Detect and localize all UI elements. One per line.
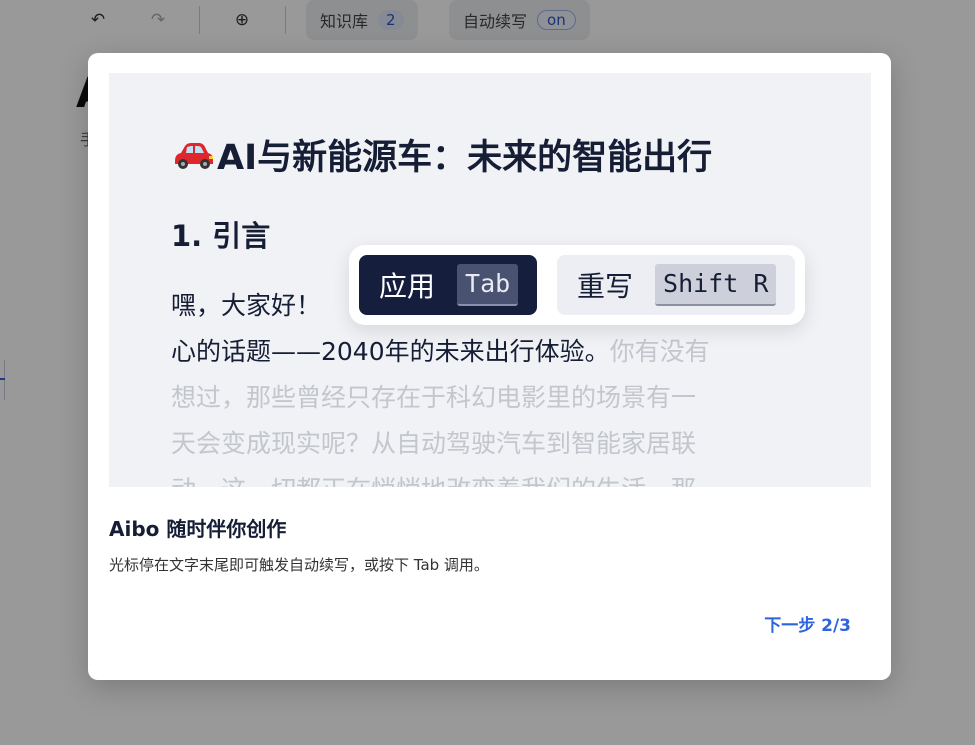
onboarding-modal: AI与新能源车：未来的智能出行 1. 引言 嘿，大家好！ 心的话题——2040年… <box>88 53 891 680</box>
rewrite-button[interactable]: 重写 Shift R <box>557 255 795 315</box>
apply-button[interactable]: 应用 Tab <box>359 255 537 315</box>
modal-description: 光标停在文字末尾即可触发自动续写，或按下 Tab 调用。 <box>109 556 489 574</box>
suggestion-popup: 应用 Tab 重写 Shift R <box>349 245 805 325</box>
apply-label: 应用 <box>379 270 436 303</box>
preview-title-text: AI与新能源车：未来的智能出行 <box>217 138 713 178</box>
rewrite-label: 重写 <box>577 270 634 303</box>
suggested-text: 你有没有 <box>609 337 710 366</box>
apply-shortcut-key: Tab <box>457 264 519 306</box>
car-icon <box>175 142 213 169</box>
suggested-text: 想过，那些曾经只存在于科幻电影里的场景有一 <box>171 383 697 412</box>
modal-title: Aibo 随时伴你创作 <box>109 517 287 541</box>
paragraph-text: 心的话题——2040年的未来出行体验。 <box>171 337 610 366</box>
suggested-text: 动，这一切都正在悄悄地改变着我们的生活。那 <box>171 467 811 487</box>
next-step-button[interactable]: 下一步 2/3 <box>764 611 851 636</box>
paragraph-line: 心的话题——2040年的未来出行体验。你有没有 <box>171 329 811 375</box>
rewrite-shortcut-key: Shift R <box>655 264 777 306</box>
preview-heading: 1. 引言 <box>171 219 271 253</box>
feature-preview: AI与新能源车：未来的智能出行 1. 引言 嘿，大家好！ 心的话题——2040年… <box>109 73 871 487</box>
suggested-text: 天会变成现实呢？从自动驾驶汽车到智能家居联 <box>171 429 697 458</box>
preview-title: AI与新能源车：未来的智能出行 <box>171 129 712 180</box>
